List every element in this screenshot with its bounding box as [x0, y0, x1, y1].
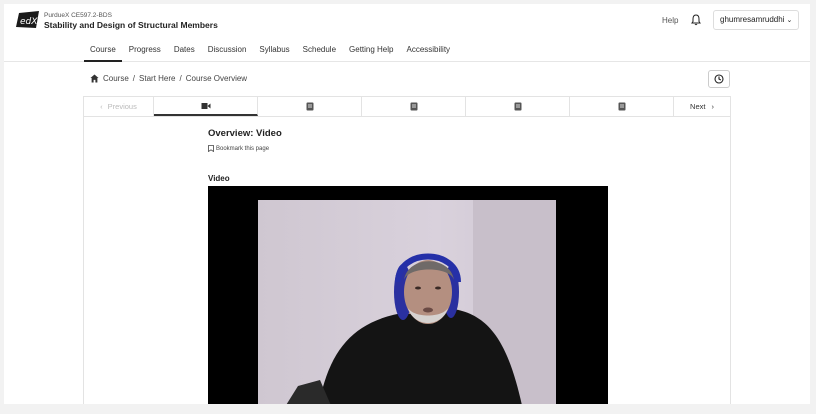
breadcrumb-link-course[interactable]: Course — [103, 74, 129, 83]
help-link[interactable]: Help — [662, 16, 678, 25]
edx-logo-icon[interactable]: edX — [16, 11, 40, 29]
page-title: Overview: Video — [208, 128, 282, 139]
tab-accessibility[interactable]: Accessibility — [400, 40, 456, 62]
tab-discussion[interactable]: Discussion — [202, 40, 253, 62]
unit-content: Overview: Video Bookmark this page Video — [83, 117, 731, 404]
course-tabs: Course Progress Dates Discussion Syllabus Sch… — [84, 40, 457, 62]
tab-progress[interactable]: Progress — [123, 40, 167, 62]
tab-syllabus[interactable]: Syllabus — [253, 40, 295, 62]
chevron-down-icon: ⌄ — [786, 17, 793, 24]
previous-button[interactable]: ‹ Previous — [84, 97, 154, 116]
video-icon — [201, 102, 210, 109]
document-icon — [410, 102, 417, 111]
breadcrumb-link-start-here[interactable]: Start Here — [139, 74, 175, 83]
course-org: PurdueX CE597.2-BDS — [44, 12, 112, 19]
user-menu-button[interactable]: ghumresamruddhi ⌄ — [713, 10, 799, 30]
chevron-right-icon: › — [711, 102, 714, 111]
unit-button-4[interactable] — [466, 97, 570, 116]
breadcrumb-current: Course Overview — [185, 74, 248, 83]
chevron-left-icon: ‹ — [100, 102, 103, 111]
bell-icon[interactable] — [690, 14, 702, 26]
course-title: Stability and Design of Structural Membe… — [44, 20, 218, 30]
tab-dates[interactable]: Dates — [168, 40, 201, 62]
next-button[interactable]: Next › — [674, 97, 730, 116]
breadcrumb-separator: / — [132, 74, 136, 83]
presenter-image — [286, 253, 522, 404]
sequence-navigation: ‹ Previous Next › — [83, 96, 731, 117]
video-player[interactable] — [208, 186, 608, 404]
document-icon — [306, 102, 313, 111]
site-header: edX PurdueX CE597.2-BDS Stability and De… — [4, 4, 810, 62]
unit-button-3[interactable] — [362, 97, 466, 116]
unit-button-2[interactable] — [258, 97, 362, 116]
bookmark-label: Bookmark this page — [216, 145, 270, 152]
breadcrumb-separator: / — [179, 74, 182, 83]
bookmark-button[interactable]: Bookmark this page — [208, 145, 269, 152]
tab-course[interactable]: Course — [84, 40, 122, 62]
bookmark-icon — [208, 145, 214, 152]
unit-button-5[interactable] — [570, 97, 674, 116]
unit-button-1[interactable] — [154, 97, 258, 116]
tab-schedule[interactable]: Schedule — [297, 40, 342, 62]
page-frame: edX PurdueX CE597.2-BDS Stability and De… — [4, 4, 810, 404]
username: ghumresamruddhi — [720, 15, 785, 24]
document-icon — [514, 102, 521, 111]
document-icon — [618, 102, 625, 111]
tab-getting-help[interactable]: Getting Help — [343, 40, 399, 62]
previous-label: Previous — [107, 102, 137, 111]
home-icon — [90, 74, 99, 83]
next-label: Next — [690, 102, 706, 111]
breadcrumb: Course / Start Here / Course Overview — [90, 74, 247, 83]
svg-text:edX: edX — [20, 17, 38, 27]
clock-icon — [714, 74, 724, 84]
video-heading: Video — [208, 174, 230, 183]
history-button[interactable] — [708, 70, 730, 88]
video-frame — [258, 200, 556, 404]
